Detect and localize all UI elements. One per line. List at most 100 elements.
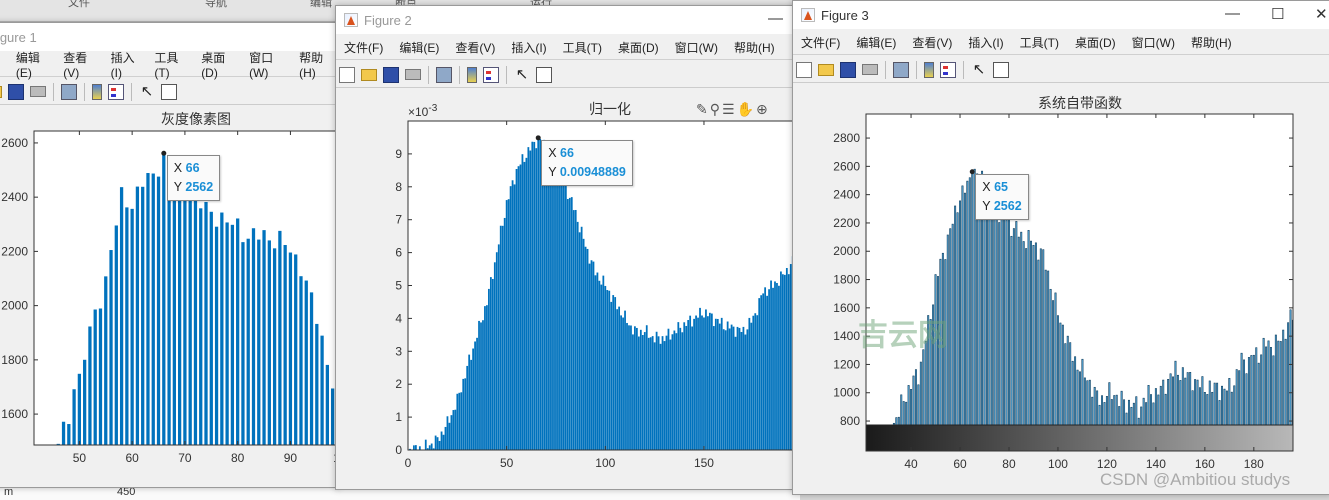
histogram-bar bbox=[1069, 342, 1072, 425]
histogram-bar bbox=[1218, 400, 1221, 425]
histogram-bar bbox=[1255, 347, 1258, 425]
histogram-bar bbox=[963, 192, 966, 425]
histogram-bar bbox=[177, 172, 182, 445]
histogram-bar bbox=[1020, 231, 1023, 425]
histogram-bar bbox=[525, 157, 528, 450]
histogram-bar bbox=[521, 154, 524, 450]
histogram-bar bbox=[917, 384, 920, 425]
histogram-bar bbox=[736, 326, 739, 450]
histogram-bar bbox=[320, 335, 324, 445]
histogram-bar bbox=[462, 378, 465, 450]
datatip[interactable]: X 65 Y 2562 bbox=[975, 173, 1029, 220]
histogram-bar bbox=[738, 327, 741, 450]
histogram-bar bbox=[776, 282, 778, 450]
histogram-bar bbox=[647, 337, 650, 450]
y-tick-label: 2600 bbox=[833, 159, 860, 173]
histogram-bar bbox=[167, 166, 171, 445]
histogram-bar bbox=[578, 232, 581, 450]
datatip[interactable]: X 66 Y 0.00948889 bbox=[541, 139, 633, 186]
figure-2-window[interactable]: Figure 2— 文件(F) 编辑(E) 查看(V) 插入(I) 工具(T) 桌面(D) 窗… bbox=[335, 5, 795, 490]
histogram-bar bbox=[470, 359, 473, 450]
histogram-bar bbox=[67, 424, 71, 445]
histogram-bar bbox=[649, 337, 652, 450]
histogram-bar bbox=[667, 328, 670, 450]
histogram-bar bbox=[1194, 379, 1197, 425]
toolstrip-tab[interactable]: 文件 bbox=[68, 0, 90, 10]
histogram-bar bbox=[689, 315, 692, 450]
histogram-bar bbox=[586, 248, 589, 450]
histogram-bar bbox=[697, 317, 699, 450]
y-tick-label: 2200 bbox=[833, 216, 860, 230]
datatip[interactable]: X 66 Y 2562 bbox=[166, 155, 221, 202]
histogram-bar bbox=[1086, 380, 1089, 425]
histogram-bar bbox=[529, 150, 532, 450]
histogram-bar bbox=[146, 173, 150, 445]
histogram-bar bbox=[1032, 245, 1035, 425]
histogram-bar bbox=[1208, 380, 1211, 425]
histogram-bar bbox=[454, 409, 457, 450]
histogram-bar bbox=[610, 301, 613, 450]
histogram-bar bbox=[505, 200, 508, 450]
histogram-bar bbox=[1223, 388, 1226, 425]
exponent-base: ×10 bbox=[408, 105, 429, 119]
y-tick-label: 4 bbox=[395, 311, 402, 325]
histogram-bar bbox=[1137, 417, 1140, 425]
histogram-bar bbox=[1176, 374, 1179, 425]
histogram-bar bbox=[710, 313, 713, 450]
histogram-bar bbox=[488, 288, 490, 450]
histogram-bar bbox=[251, 228, 256, 445]
histogram-bar bbox=[910, 389, 913, 425]
histogram-bar bbox=[1206, 394, 1209, 425]
histogram-bar bbox=[572, 210, 575, 450]
histogram-bar bbox=[468, 354, 471, 450]
histogram-bar bbox=[109, 250, 113, 445]
datatip-marker[interactable] bbox=[969, 169, 975, 175]
histogram-bar bbox=[1181, 367, 1184, 425]
datatip-marker[interactable] bbox=[535, 135, 541, 141]
x-tick-label: 70 bbox=[178, 451, 192, 465]
histogram-bar bbox=[1039, 248, 1042, 425]
histogram-bar bbox=[484, 306, 486, 450]
figure-1-window[interactable]: Figure 1文件(F)编辑(E)查看(V)插入(I)工具(T)桌面(D)窗口… bbox=[0, 22, 340, 488]
toolstrip-tab[interactable]: 导航 bbox=[205, 0, 227, 10]
histogram-bar bbox=[1174, 360, 1177, 425]
histogram-bar bbox=[547, 152, 549, 450]
histogram-bar bbox=[1042, 249, 1045, 425]
histogram-bar bbox=[1169, 373, 1172, 425]
histogram-bar bbox=[643, 332, 646, 450]
histogram-bar bbox=[535, 148, 538, 450]
x-tick-label: 100 bbox=[595, 456, 615, 470]
histogram-bar bbox=[632, 334, 634, 450]
histogram-bar bbox=[985, 189, 988, 425]
histogram-bar bbox=[1196, 379, 1199, 425]
histogram-bar bbox=[458, 392, 461, 450]
histogram-bar bbox=[491, 278, 494, 450]
histogram-bar bbox=[914, 369, 917, 425]
histogram-bar bbox=[1037, 259, 1040, 425]
histogram-bar bbox=[1213, 382, 1216, 425]
histogram-bar bbox=[503, 217, 506, 450]
y-tick-label: 1600 bbox=[833, 301, 860, 315]
histogram-bar bbox=[299, 276, 303, 445]
histogram-bar bbox=[1059, 322, 1062, 425]
histogram-bar bbox=[1154, 388, 1157, 425]
histogram-bar bbox=[1228, 378, 1231, 425]
histogram-bar bbox=[1221, 385, 1223, 425]
histogram-bar bbox=[787, 274, 790, 450]
figure-3-window[interactable]: Figure 3— ☐ ✕ 文件(F) 编辑(E) 查看(V) 插入(I) 工具(T) 桌面(D… bbox=[792, 0, 1329, 495]
histogram-bar bbox=[1235, 369, 1238, 425]
datatip-marker[interactable] bbox=[161, 150, 167, 156]
toolstrip-tab[interactable]: 编辑 bbox=[310, 0, 332, 10]
y-exponent-label: ×10-3 bbox=[408, 103, 438, 119]
histogram-bar bbox=[657, 336, 660, 450]
histogram-bar bbox=[418, 446, 421, 450]
histogram-bar bbox=[951, 223, 954, 425]
histogram-bar bbox=[580, 226, 583, 450]
histogram-bar bbox=[472, 348, 475, 450]
histogram-bar bbox=[61, 421, 66, 445]
histogram-bar bbox=[693, 318, 695, 450]
histogram-bar bbox=[1247, 357, 1250, 425]
histogram-bar bbox=[288, 252, 293, 445]
histogram-bar bbox=[1233, 385, 1236, 425]
histogram-bar bbox=[641, 335, 644, 450]
